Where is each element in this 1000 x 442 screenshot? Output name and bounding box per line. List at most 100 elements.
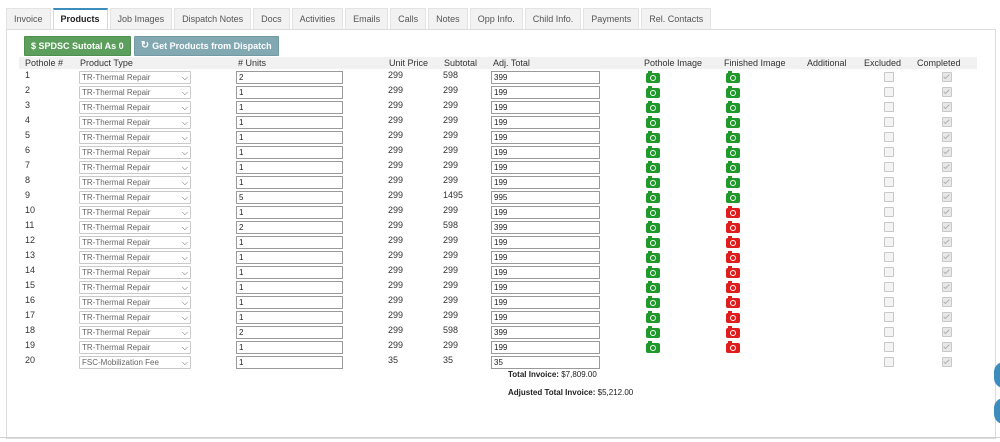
- tab-products[interactable]: Products: [52, 8, 108, 29]
- pothole-camera-icon[interactable]: [646, 206, 660, 218]
- completed-checkbox[interactable]: [942, 237, 952, 247]
- units-input[interactable]: 1: [236, 251, 343, 264]
- adj-total-input[interactable]: 399: [491, 221, 600, 234]
- pothole-camera-icon[interactable]: [646, 296, 660, 308]
- units-input[interactable]: 1: [236, 266, 343, 279]
- excluded-checkbox[interactable]: [884, 117, 894, 127]
- pothole-camera-icon[interactable]: [646, 86, 660, 98]
- product-type-select[interactable]: TR-Thermal Repair ⌵: [79, 71, 191, 84]
- completed-checkbox[interactable]: [942, 177, 952, 187]
- product-type-select[interactable]: TR-Thermal Repair ⌵: [79, 131, 191, 144]
- completed-checkbox[interactable]: [942, 282, 952, 292]
- pothole-camera-icon[interactable]: [646, 251, 660, 263]
- get-products-button[interactable]: ↻ Get Products from Dispatch: [133, 36, 279, 56]
- product-type-select[interactable]: TR-Thermal Repair ⌵: [79, 101, 191, 114]
- units-input[interactable]: 1: [236, 131, 343, 144]
- tab-emails[interactable]: Emails: [345, 8, 389, 29]
- product-type-select[interactable]: TR-Thermal Repair ⌵: [79, 281, 191, 294]
- units-input[interactable]: 2: [236, 221, 343, 234]
- tab-rel-contacts[interactable]: Rel. Contacts: [641, 8, 712, 29]
- product-type-select[interactable]: FSC-Mobilization Fee ⌵: [79, 356, 191, 369]
- excluded-checkbox[interactable]: [884, 207, 894, 217]
- finished-camera-icon[interactable]: [726, 221, 740, 233]
- finished-camera-icon[interactable]: [726, 296, 740, 308]
- product-type-select[interactable]: TR-Thermal Repair ⌵: [79, 116, 191, 129]
- completed-checkbox[interactable]: [942, 252, 952, 262]
- tab-notes[interactable]: Notes: [428, 8, 468, 29]
- completed-checkbox[interactable]: [942, 87, 952, 97]
- adj-total-input[interactable]: 199: [491, 251, 600, 264]
- excluded-checkbox[interactable]: [884, 132, 894, 142]
- product-type-select[interactable]: TR-Thermal Repair ⌵: [79, 236, 191, 249]
- units-input[interactable]: 1: [236, 176, 343, 189]
- finished-camera-icon[interactable]: [726, 206, 740, 218]
- pothole-camera-icon[interactable]: [646, 71, 660, 83]
- completed-checkbox[interactable]: [942, 207, 952, 217]
- product-type-select[interactable]: TR-Thermal Repair ⌵: [79, 251, 191, 264]
- pothole-camera-icon[interactable]: [646, 311, 660, 323]
- adj-total-input[interactable]: 199: [491, 266, 600, 279]
- tab-docs[interactable]: Docs: [253, 8, 290, 29]
- finished-camera-icon[interactable]: [726, 71, 740, 83]
- pothole-camera-icon[interactable]: [646, 146, 660, 158]
- pothole-camera-icon[interactable]: [646, 161, 660, 173]
- excluded-checkbox[interactable]: [884, 72, 894, 82]
- completed-checkbox[interactable]: [942, 132, 952, 142]
- excluded-checkbox[interactable]: [884, 327, 894, 337]
- excluded-checkbox[interactable]: [884, 282, 894, 292]
- excluded-checkbox[interactable]: [884, 297, 894, 307]
- tab-payments[interactable]: Payments: [583, 8, 640, 29]
- excluded-checkbox[interactable]: [884, 177, 894, 187]
- finished-camera-icon[interactable]: [726, 341, 740, 353]
- adj-total-input[interactable]: 199: [491, 116, 600, 129]
- excluded-checkbox[interactable]: [884, 147, 894, 157]
- adj-total-input[interactable]: 199: [491, 101, 600, 114]
- product-type-select[interactable]: TR-Thermal Repair ⌵: [79, 326, 191, 339]
- product-type-select[interactable]: TR-Thermal Repair ⌵: [79, 176, 191, 189]
- units-input[interactable]: 2: [236, 71, 343, 84]
- adj-total-input[interactable]: 199: [491, 236, 600, 249]
- pothole-camera-icon[interactable]: [646, 131, 660, 143]
- finished-camera-icon[interactable]: [726, 146, 740, 158]
- units-input[interactable]: 1: [236, 101, 343, 114]
- adj-total-input[interactable]: 199: [491, 311, 600, 324]
- tab-dispatch-notes[interactable]: Dispatch Notes: [174, 8, 252, 29]
- pothole-camera-icon[interactable]: [646, 116, 660, 128]
- completed-checkbox[interactable]: [942, 222, 952, 232]
- units-input[interactable]: 1: [236, 296, 343, 309]
- pothole-camera-icon[interactable]: [646, 341, 660, 353]
- adj-total-input[interactable]: 199: [491, 176, 600, 189]
- finished-camera-icon[interactable]: [726, 101, 740, 113]
- finished-camera-icon[interactable]: [726, 311, 740, 323]
- product-type-select[interactable]: TR-Thermal Repair ⌵: [79, 296, 191, 309]
- pothole-camera-icon[interactable]: [646, 101, 660, 113]
- product-type-select[interactable]: TR-Thermal Repair ⌵: [79, 146, 191, 159]
- excluded-checkbox[interactable]: [884, 102, 894, 112]
- units-input[interactable]: 1: [236, 146, 343, 159]
- finished-camera-icon[interactable]: [726, 161, 740, 173]
- adj-total-input[interactable]: 199: [491, 131, 600, 144]
- product-type-select[interactable]: TR-Thermal Repair ⌵: [79, 221, 191, 234]
- adj-total-input[interactable]: 199: [491, 146, 600, 159]
- excluded-checkbox[interactable]: [884, 237, 894, 247]
- tab-calls[interactable]: Calls: [390, 8, 427, 29]
- finished-camera-icon[interactable]: [726, 191, 740, 203]
- adj-total-input[interactable]: 199: [491, 296, 600, 309]
- units-input[interactable]: 1: [236, 161, 343, 174]
- adj-total-input[interactable]: 35: [491, 356, 600, 369]
- excluded-checkbox[interactable]: [884, 87, 894, 97]
- units-input[interactable]: 1: [236, 281, 343, 294]
- finished-camera-icon[interactable]: [726, 326, 740, 338]
- completed-checkbox[interactable]: [942, 297, 952, 307]
- units-input[interactable]: 1: [236, 116, 343, 129]
- finished-camera-icon[interactable]: [726, 281, 740, 293]
- completed-checkbox[interactable]: [942, 117, 952, 127]
- units-input[interactable]: 1: [236, 206, 343, 219]
- completed-checkbox[interactable]: [942, 102, 952, 112]
- finished-camera-icon[interactable]: [726, 251, 740, 263]
- completed-checkbox[interactable]: [942, 267, 952, 277]
- product-type-select[interactable]: TR-Thermal Repair ⌵: [79, 86, 191, 99]
- pothole-camera-icon[interactable]: [646, 176, 660, 188]
- adj-total-input[interactable]: 199: [491, 86, 600, 99]
- adj-total-input[interactable]: 199: [491, 341, 600, 354]
